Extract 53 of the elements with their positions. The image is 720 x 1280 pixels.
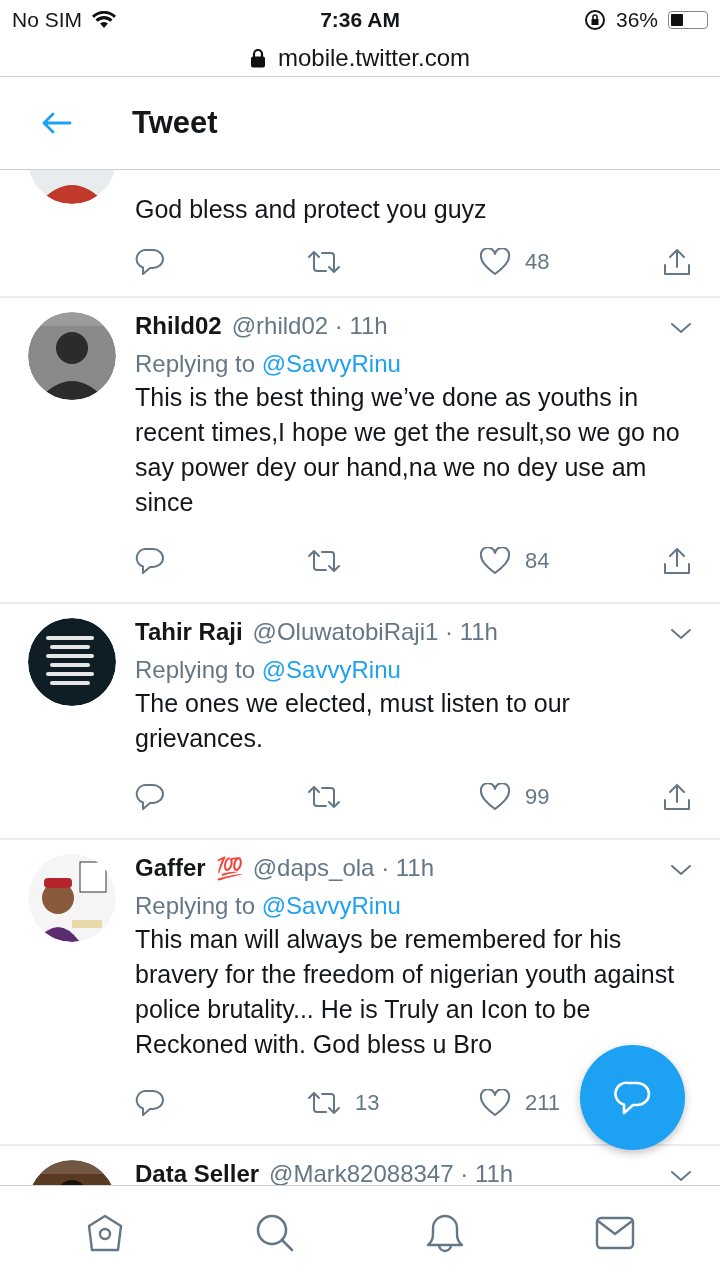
caret-icon[interactable] [670,628,692,640]
lock-icon [249,48,266,68]
user-name[interactable]: Data Seller [135,1160,260,1185]
speech-bubble-icon [613,1079,652,1116]
replying-label: Replying to [135,892,256,919]
retweet-icon[interactable] [307,784,341,810]
like-count: 84 [525,548,550,574]
user-name[interactable]: Tahir Raji [135,618,243,646]
user-name[interactable]: Gaffer [135,854,206,882]
caret-icon[interactable] [670,322,692,334]
like-count: 48 [525,249,550,275]
wifi-icon [92,11,116,29]
reply-icon[interactable] [135,1088,165,1118]
caret-icon[interactable] [670,1170,692,1182]
search-icon[interactable] [254,1212,296,1254]
like-count: 99 [525,784,550,810]
retweet-count: 13 [355,1090,380,1116]
retweet-icon[interactable] [307,1090,341,1116]
like-count: 211 [525,1090,561,1116]
hundred-points-emoji: 💯 [215,856,243,882]
handle-and-time: @rhild02 · 11h [231,312,388,340]
retweet-icon[interactable] [307,548,341,574]
user-name[interactable]: Rhild02 [135,312,222,340]
retweet-icon[interactable] [307,249,341,275]
tweet-text: This man will always be remembered for his bravery for the freedom of nigerian youth against police brutality... He is Truly an Icon to be Reckoned with. God bless u Bro [135,924,676,1060]
share-icon[interactable] [662,546,692,576]
share-icon[interactable] [662,247,692,277]
tweet-text: This is the best thing we’ve done as youths in recent times,I hope we get the result,so we go no say power dey our hand,na we no dey use am since [135,382,680,518]
clock-time: 7:36 AM [320,8,400,32]
heart-icon[interactable] [479,547,511,575]
bell-icon[interactable] [424,1212,466,1254]
share-icon[interactable] [662,782,692,812]
reply-icon[interactable] [135,247,165,277]
handle-and-time: @OluwatobiRaji1 · 11h [252,618,498,646]
carrier-label: No SIM [12,8,82,32]
page-title: Tweet [132,105,218,141]
replying-label: Replying to [135,656,256,683]
heart-icon[interactable] [479,1089,511,1117]
reply-icon[interactable] [135,546,165,576]
battery-icon [668,11,708,29]
handle-and-time: @Mark82088347 · 11h [269,1160,514,1185]
tweet-text: God bless and protect you guyz [135,194,488,225]
rotation-lock-icon [583,9,606,31]
url-text[interactable]: mobile.twitter.com [277,44,471,72]
battery-percent: 36% [615,8,658,32]
handle-and-time: @daps_ola · 11h [252,854,435,882]
heart-icon[interactable] [479,248,511,276]
replying-label: Replying to [135,350,256,377]
caret-icon[interactable] [670,864,692,876]
compose-reply-button[interactable] [580,1045,685,1150]
tweet-text: The ones we elected, must listen to our grievances. [135,688,571,754]
reply-icon[interactable] [135,782,165,812]
heart-icon[interactable] [479,783,511,811]
